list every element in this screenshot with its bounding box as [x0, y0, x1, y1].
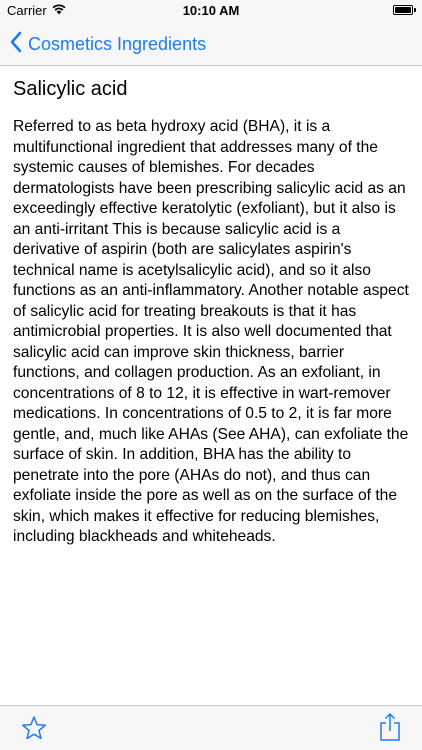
chevron-left-icon: [10, 31, 22, 58]
article-title: Salicylic acid: [13, 78, 128, 100]
battery-icon: [393, 5, 413, 15]
favorite-button[interactable]: [21, 715, 47, 741]
bottom-toolbar: [0, 705, 422, 750]
status-time: 10:10 AM: [182, 3, 240, 18]
navigation-bar: Cosmetics Ingredients: [0, 22, 422, 66]
screen: Carrier 10:10 AM Cosmetics Ingredients S…: [0, 0, 422, 750]
share-button[interactable]: [378, 712, 402, 742]
back-button[interactable]: Cosmetics Ingredients: [10, 31, 206, 58]
back-button-label: Cosmetics Ingredients: [28, 34, 207, 54]
share-icon: [378, 712, 402, 746]
status-bar: Carrier 10:10 AM: [0, 0, 422, 22]
article-body: Referred to as beta hydroxy acid (BHA), …: [13, 118, 409, 545]
star-icon: [21, 716, 47, 745]
article: Salicylic acid Referred to as beta hydro…: [13, 66, 409, 548]
battery-tip: [414, 8, 416, 12]
